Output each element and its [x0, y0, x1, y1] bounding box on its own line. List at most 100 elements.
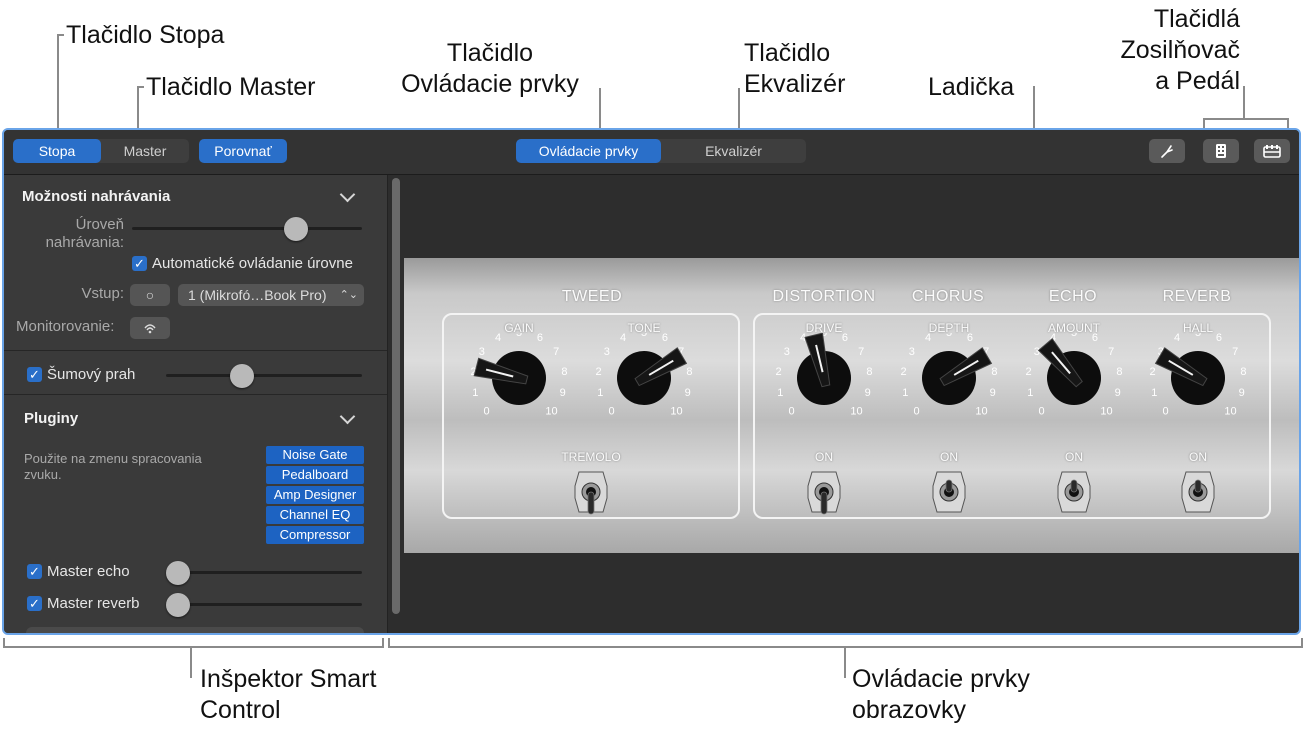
toggle-distortion-on[interactable]	[804, 464, 844, 520]
knob-drive[interactable]: 01234 5 678910	[764, 333, 884, 453]
callout-amp-pedal-line1: Tlačidlá	[1153, 5, 1240, 33]
knob-amount-scale-5: 5	[1071, 333, 1077, 339]
compare-button[interactable]: Porovnať	[199, 139, 287, 163]
toggle-chorus-on[interactable]	[929, 464, 969, 520]
master-reverb-checkbox[interactable]: ✓	[27, 596, 42, 611]
knob-tone-scale-10: 10	[670, 406, 682, 418]
knob-hall[interactable]: 01234 5 678910	[1138, 333, 1258, 453]
plugin-compressor[interactable]: Compressor	[266, 526, 364, 544]
knob-depth-scale-6: 6	[967, 333, 973, 344]
recording-options-chevron-icon[interactable]	[339, 186, 356, 203]
knob-gain-scale-10: 10	[545, 406, 557, 418]
knob-tone-scale-6: 6	[662, 333, 668, 344]
monitoring-label: Monitorovanie:	[16, 318, 115, 335]
toggle-distortion-on-label: ON	[815, 450, 833, 464]
callout-inspector-line2: Control	[200, 696, 281, 724]
leader-amp-pedal-vert	[1243, 86, 1245, 118]
knob-hall-scale-1: 1	[1151, 387, 1157, 399]
auto-level-label: Automatické ovládanie úrovne	[152, 255, 353, 272]
callout-amp-pedal: Tlačidlá Zosilňovač a Pedál	[1090, 4, 1241, 97]
toggle-chorus-on-label: ON	[940, 450, 958, 464]
inspector-scrollbar[interactable]	[392, 178, 400, 614]
knob-gain-scale-5: 5	[516, 333, 522, 339]
bracket-screen-stem	[844, 646, 846, 678]
knob-amount-scale-2: 2	[1026, 366, 1032, 378]
level-label-1: Úroveň	[75, 216, 124, 233]
toggle-reverb-on-label: ON	[1189, 450, 1207, 464]
master-echo-checkbox[interactable]: ✓	[27, 564, 42, 579]
level-slider-track[interactable]	[132, 227, 362, 230]
knob-tone[interactable]: 01234 5 678910	[584, 333, 704, 453]
knob-depth[interactable]: 01234 5 678910	[889, 333, 1009, 453]
controls-tab[interactable]: Ovládacie prvky	[516, 139, 661, 163]
knob-amount[interactable]: 01234 5 678910	[1014, 333, 1134, 453]
leader-master-tick	[137, 86, 144, 88]
callout-tuner: Ladička	[928, 73, 1015, 101]
plugin-noise-gate[interactable]: Noise Gate	[266, 446, 364, 464]
divider-2	[4, 394, 387, 395]
leader-stopa	[57, 34, 59, 140]
noise-gate-slider-track[interactable]	[166, 374, 362, 377]
pedal-button[interactable]	[1254, 139, 1290, 163]
master-echo-slider-thumb[interactable]	[166, 561, 190, 585]
master-echo-slider-track[interactable]	[166, 571, 362, 574]
bracket-inspector-left	[3, 638, 5, 648]
callout-master-button: Tlačidlo Master	[146, 73, 316, 101]
toggle-tremolo[interactable]	[571, 464, 611, 520]
eq-tab[interactable]: Ekvalizér	[661, 139, 806, 163]
knob-amount-scale-9: 9	[1115, 387, 1121, 399]
section-distortion-label: DISTORTION	[772, 288, 876, 305]
auto-level-checkbox[interactable]: ✓	[132, 256, 147, 271]
noise-gate-slider-thumb[interactable]	[229, 364, 254, 388]
knob-gain-scale-3: 3	[479, 346, 485, 358]
leader-amp-pedal-left	[1203, 118, 1205, 128]
knob-drive-scale-6: 6	[842, 333, 848, 344]
knob-hall-scale-5: 5	[1195, 333, 1201, 339]
knob-tone-scale-9: 9	[685, 387, 691, 399]
knob-hall-scale-4: 4	[1174, 333, 1180, 344]
toggle-reverb-on[interactable]	[1178, 464, 1218, 520]
knob-depth-scale-5: 5	[946, 333, 952, 339]
knob-tone-scale-2: 2	[596, 366, 602, 378]
plugins-chevron-icon[interactable]	[339, 408, 356, 425]
knob-gain-scale-1: 1	[472, 387, 478, 399]
knob-hall-scale-9: 9	[1239, 387, 1245, 399]
master-reverb-slider-thumb[interactable]	[166, 593, 190, 617]
knob-drive-scale-9: 9	[865, 387, 871, 399]
master-button[interactable]: Master	[101, 139, 189, 163]
level-slider-thumb[interactable]	[284, 217, 309, 241]
level-label-2: nahrávania:	[45, 234, 124, 251]
plugin-pedalboard[interactable]: Pedalboard	[266, 466, 364, 484]
section-reverb-label: REVERB	[1162, 288, 1232, 305]
input-select[interactable]: 1 (Mikrofó…Book Pro) ⌃⌄	[178, 284, 364, 306]
master-reverb-label: Master reverb	[47, 595, 140, 612]
callout-eq-line1: Tlačidlo	[744, 39, 831, 67]
knob-depth-scale-8: 8	[991, 366, 997, 378]
input-mono-button[interactable]: ○	[130, 284, 170, 306]
master-reverb-slider-track[interactable]	[166, 603, 362, 606]
plugin-channel-eq[interactable]: Channel EQ	[266, 506, 364, 524]
plugin-amp-designer[interactable]: Amp Designer	[266, 486, 364, 504]
toggle-echo-on[interactable]	[1054, 464, 1094, 520]
bracket-inspector	[3, 646, 384, 648]
noise-gate-checkbox[interactable]: ✓	[27, 367, 42, 382]
monitoring-icon	[144, 324, 156, 334]
callout-eq-button: Tlačidlo Ekvalizér	[744, 38, 845, 100]
track-button[interactable]: Stopa	[13, 139, 101, 163]
monitoring-button[interactable]	[130, 317, 170, 339]
callout-controls-line1: Tlačidlo	[446, 39, 534, 67]
plugins-desc-2: zvuku.	[24, 467, 62, 482]
callout-controls-line2: Ovládacie prvky	[401, 70, 579, 98]
knob-gain[interactable]: 01234 5 678910	[459, 333, 579, 453]
knob-amount-scale-8: 8	[1116, 366, 1122, 378]
knob-hall-scale-0: 0	[1162, 406, 1168, 418]
view-segmented: Ovládacie prvky Ekvalizér	[516, 139, 806, 163]
leader-amp-pedal-right	[1287, 118, 1289, 128]
knob-tone-scale-5: 5	[641, 333, 647, 339]
track-master-segmented: Stopa Master	[13, 139, 189, 163]
toolbar: Stopa Master Porovnať Ovládacie prvky Ek…	[4, 130, 1299, 175]
callout-stopa-button: Tlačidlo Stopa	[66, 21, 225, 49]
knob-drive-scale-2: 2	[776, 366, 782, 378]
tuner-button[interactable]	[1149, 139, 1185, 163]
amp-button[interactable]	[1203, 139, 1239, 163]
